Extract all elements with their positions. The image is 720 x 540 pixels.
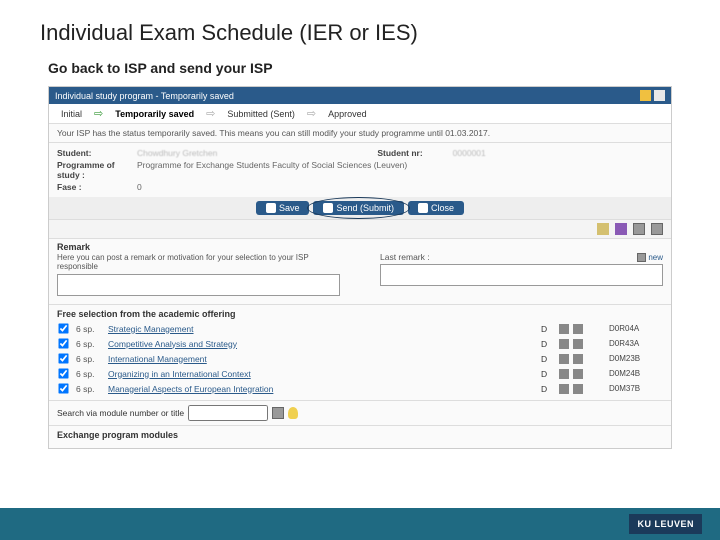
course-checkbox[interactable] <box>58 338 68 348</box>
course-list: 6 sp.Strategic ManagementDD0R04A6 sp.Com… <box>49 321 671 400</box>
slide-subtitle: Go back to ISP and send your ISP <box>0 54 720 86</box>
close-icon <box>418 203 428 213</box>
send-icon <box>323 203 333 213</box>
student-info: Student: Chowdhury Gretchen Student nr: … <box>49 143 671 197</box>
close-button-label: Close <box>431 203 454 213</box>
course-action-icon[interactable] <box>573 369 583 379</box>
note-icon <box>637 253 646 262</box>
save-icon <box>266 203 276 213</box>
course-code: D0M23B <box>609 354 663 363</box>
isp-app-window: Individual study program - Temporarily s… <box>48 86 672 449</box>
course-sp: 6 sp. <box>76 354 104 364</box>
status-message: Your ISP has the status temporarily save… <box>49 124 671 143</box>
close-button[interactable]: Close <box>408 201 464 215</box>
course-action-icon[interactable] <box>559 384 569 394</box>
tool-icon-4[interactable] <box>651 223 663 235</box>
tool-icon-2[interactable] <box>615 223 627 235</box>
arrow-icon: ⇨ <box>307 107 316 120</box>
step-temp-saved: Temporarily saved <box>111 108 198 120</box>
save-button[interactable]: Save <box>256 201 310 215</box>
save-button-label: Save <box>279 203 300 213</box>
course-code: D0M37B <box>609 384 663 393</box>
course-action-icon[interactable] <box>559 324 569 334</box>
course-row: 6 sp. Competitive Analysis and StrategyD D… <box>57 336 663 351</box>
course-row: 6 sp. Organizing in an International Cont… <box>57 366 663 381</box>
icon-toolbar <box>49 219 671 239</box>
student-label: Student: <box>57 148 137 158</box>
titlebar: Individual study program - Temporarily s… <box>49 87 671 104</box>
programme-value: Programme for Exchange Students Faculty … <box>137 160 407 180</box>
course-name-link[interactable]: Managerial Aspects of European Integrati… <box>108 384 541 394</box>
step-approved: Approved <box>324 108 371 120</box>
course-name-link[interactable]: Competitive Analysis and Strategy <box>108 339 541 349</box>
remark-description: Here you can post a remark or motivation… <box>57 252 340 274</box>
last-remark-display <box>380 264 663 286</box>
remark-input[interactable] <box>57 274 340 296</box>
step-initial: Initial <box>57 108 86 120</box>
course-sp: 6 sp. <box>76 324 104 334</box>
footer-bar: KU LEUVEN <box>0 508 720 540</box>
course-name-link[interactable]: International Management <box>108 354 541 364</box>
free-selection-header: Free selection from the academic offerin… <box>49 304 671 321</box>
course-row: 6 sp. International ManagementD D0M23B <box>57 351 663 366</box>
course-code: D0R43A <box>609 339 663 348</box>
tool-icon-1[interactable] <box>597 223 609 235</box>
search-row: Search via module number or title <box>49 400 671 425</box>
lightbulb-icon[interactable] <box>288 407 298 419</box>
send-button[interactable]: Send (Submit) <box>313 201 404 215</box>
course-name-link[interactable]: Strategic Management <box>108 324 541 334</box>
arrow-icon: ⇨ <box>206 107 215 120</box>
remark-section: Remark Here you can post a remark or mot… <box>49 239 671 304</box>
course-d: D <box>541 339 559 349</box>
student-nr: 0000001 <box>453 148 486 158</box>
slide-title: Individual Exam Schedule (IER or IES) <box>0 0 720 54</box>
course-action-icon[interactable] <box>573 339 583 349</box>
course-checkbox[interactable] <box>58 353 68 363</box>
fase-value: 0 <box>137 182 142 192</box>
arrow-icon: ⇨ <box>94 107 103 120</box>
tool-icon-3[interactable] <box>633 223 645 235</box>
course-checkbox[interactable] <box>58 383 68 393</box>
course-action-icon[interactable] <box>573 354 583 364</box>
ku-leuven-badge: KU LEUVEN <box>629 514 702 534</box>
course-action-icon[interactable] <box>573 324 583 334</box>
student-nr-label: Student nr: <box>377 148 422 158</box>
stepper: Initial ⇨ Temporarily saved ⇨ Submitted … <box>49 104 671 124</box>
course-code: D0M24B <box>609 369 663 378</box>
course-action-icon[interactable] <box>559 369 569 379</box>
fase-label: Fase : <box>57 182 137 192</box>
course-checkbox[interactable] <box>58 323 68 333</box>
course-action-icon[interactable] <box>559 354 569 364</box>
course-d: D <box>541 324 559 334</box>
print-icon[interactable] <box>654 90 665 101</box>
search-input[interactable] <box>188 405 268 421</box>
send-button-label: Send (Submit) <box>336 203 394 213</box>
exchange-modules-header: Exchange program modules <box>49 425 671 442</box>
warning-icon <box>640 90 651 101</box>
student-name: Chowdhury Gretchen <box>137 148 217 158</box>
course-sp: 6 sp. <box>76 384 104 394</box>
course-code: D0R04A <box>609 324 663 333</box>
course-checkbox[interactable] <box>58 368 68 378</box>
course-row: 6 sp. Strategic ManagementD D0R04A <box>57 321 663 336</box>
titlebar-text: Individual study program - Temporarily s… <box>55 91 234 101</box>
remark-label: Remark <box>57 242 663 252</box>
search-doc-icon[interactable] <box>272 407 284 419</box>
course-name-link[interactable]: Organizing in an International Context <box>108 369 541 379</box>
course-d: D <box>541 369 559 379</box>
new-remark-link[interactable]: new <box>637 252 663 262</box>
course-action-icon[interactable] <box>559 339 569 349</box>
course-sp: 6 sp. <box>76 339 104 349</box>
course-d: D <box>541 354 559 364</box>
course-row: 6 sp. Managerial Aspects of European Inte… <box>57 381 663 396</box>
step-submitted: Submitted (Sent) <box>223 108 299 120</box>
programme-label: Programme of study : <box>57 160 137 180</box>
search-label: Search via module number or title <box>57 408 184 418</box>
new-remark-label: new <box>648 253 663 262</box>
course-action-icon[interactable] <box>573 384 583 394</box>
course-d: D <box>541 384 559 394</box>
course-sp: 6 sp. <box>76 369 104 379</box>
action-button-row: Save Send (Submit) Close <box>49 197 671 219</box>
last-remark-label: Last remark : <box>380 252 430 262</box>
